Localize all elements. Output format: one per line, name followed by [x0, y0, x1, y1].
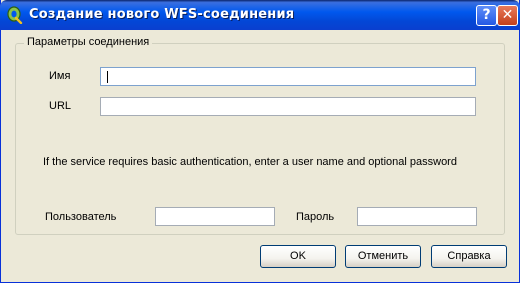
user-field[interactable]: [155, 207, 275, 226]
connection-params-group: Параметры соединения Имя URL If the serv…: [15, 36, 505, 235]
title-bar[interactable]: Создание нового WFS-соединения ? ✕: [0, 0, 520, 30]
title-help-button[interactable]: ?: [476, 5, 497, 26]
cancel-button[interactable]: Отменить: [345, 245, 421, 268]
name-field[interactable]: [100, 67, 476, 86]
qgis-icon: [7, 6, 23, 24]
name-label: Имя: [49, 70, 71, 82]
url-field[interactable]: [100, 97, 476, 116]
group-title: Параметры соединения: [24, 36, 153, 48]
auth-note: If the service requires basic authentica…: [43, 156, 457, 168]
text-caret: [107, 71, 108, 83]
url-label: URL: [49, 100, 72, 112]
user-label: Пользователь: [45, 211, 117, 223]
help-button[interactable]: Справка: [431, 245, 507, 268]
password-label: Пароль: [296, 211, 335, 223]
password-field[interactable]: [357, 207, 477, 226]
dialog-window: Создание нового WFS-соединения ? ✕ Парам…: [0, 0, 520, 283]
close-button[interactable]: ✕: [497, 5, 518, 26]
window-title: Создание нового WFS-соединения: [29, 7, 295, 22]
ok-button[interactable]: OK: [260, 245, 336, 268]
